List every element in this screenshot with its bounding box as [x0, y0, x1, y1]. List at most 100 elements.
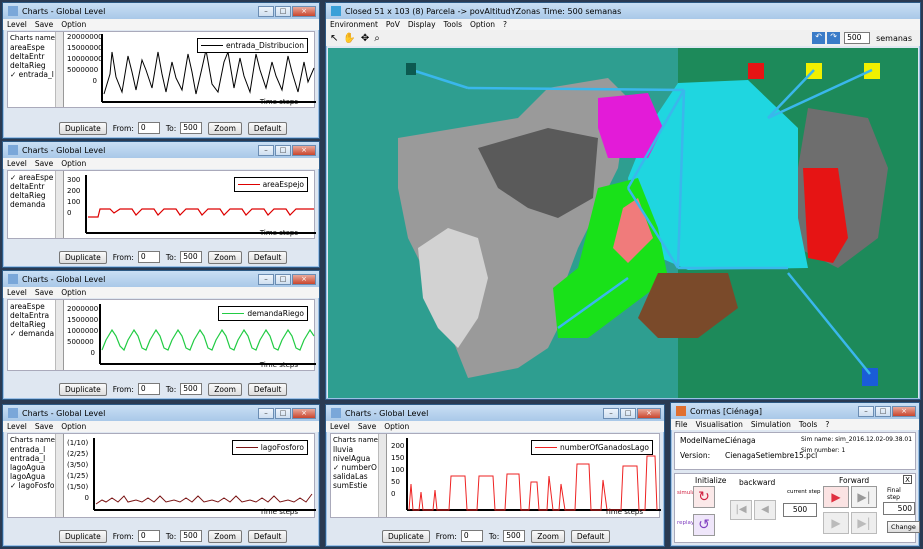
list-item[interactable]: areaEspe — [10, 43, 61, 52]
list-item[interactable]: deltaRieg — [10, 61, 61, 70]
list-scrollbar[interactable] — [55, 300, 63, 370]
maximize-button[interactable]: □ — [275, 5, 291, 17]
steps-input[interactable]: 500 — [844, 32, 871, 44]
forward-step-button[interactable]: ▶| — [851, 486, 877, 508]
close-button[interactable]: × — [292, 144, 316, 156]
charts-names-list[interactable]: Charts names lluvia nivelAgua ✓ numberO … — [331, 434, 387, 517]
menu-option[interactable]: Option — [61, 288, 86, 297]
duplicate-button[interactable]: Duplicate — [59, 529, 107, 543]
list-item[interactable]: entrada_l — [10, 445, 61, 454]
menu-level[interactable]: Level — [7, 288, 27, 297]
list-item[interactable]: ✓ numberO — [333, 463, 384, 472]
default-button[interactable]: Default — [247, 382, 288, 396]
minimize-button[interactable]: – — [603, 407, 619, 419]
current-step-field[interactable]: 500 — [783, 503, 817, 517]
menu-option[interactable]: Option — [61, 20, 86, 29]
duplicate-button[interactable]: Duplicate — [59, 382, 107, 396]
list-item[interactable]: lagoAgua — [10, 463, 61, 472]
title-bar[interactable]: Cormas [Ciénaga] – □ × — [671, 403, 919, 419]
default-button[interactable]: Default — [247, 121, 288, 135]
step-back-icon[interactable]: ↶ — [812, 32, 826, 44]
menu-level[interactable]: Level — [7, 159, 27, 168]
backward-fast-button[interactable]: |◀ — [730, 500, 752, 520]
list-item[interactable]: lluvia — [333, 445, 384, 454]
menu-tools[interactable]: Tools — [799, 420, 817, 429]
from-input[interactable]: 0 — [137, 530, 160, 542]
list-item[interactable]: demanda — [10, 200, 61, 209]
list-item[interactable]: deltaRieg — [10, 191, 61, 200]
menu-save[interactable]: Save — [35, 159, 53, 168]
maximize-button[interactable]: □ — [275, 273, 291, 285]
list-item[interactable]: salidaLas — [333, 472, 384, 481]
menu-save[interactable]: Save — [35, 422, 53, 431]
duplicate-button[interactable]: Duplicate — [59, 250, 107, 264]
initialize-replay-button[interactable]: ↺ — [693, 514, 715, 536]
menu-save[interactable]: Save — [35, 20, 53, 29]
to-input[interactable]: 500 — [180, 530, 203, 542]
list-scrollbar[interactable] — [378, 434, 386, 517]
title-bar[interactable]: Closed 51 x 103 (8) Parcela -> povAltitu… — [326, 3, 920, 19]
list-item[interactable]: ✓ demanda — [10, 329, 61, 338]
maximize-button[interactable]: □ — [620, 407, 636, 419]
title-bar[interactable]: Charts - Global Level – □ × — [3, 405, 319, 421]
red-marker[interactable] — [748, 63, 764, 79]
menu-file[interactable]: File — [675, 420, 688, 429]
list-item[interactable]: ✓ lagoFosfo — [10, 481, 61, 490]
minimize-button[interactable]: – — [258, 273, 274, 285]
duplicate-button[interactable]: Duplicate — [59, 121, 107, 135]
pointer-tool-icon[interactable]: ↖ — [330, 33, 338, 44]
title-bar[interactable]: Charts - Global Level – □ × — [3, 271, 319, 287]
replay-step-button[interactable]: ▶| — [851, 512, 877, 534]
list-item[interactable]: sumEstie — [333, 481, 384, 490]
to-input[interactable]: 500 — [180, 251, 203, 263]
list-item[interactable]: deltaEntr — [10, 52, 61, 61]
menu-save[interactable]: Save — [35, 288, 53, 297]
zoom-button[interactable]: Zoom — [208, 529, 242, 543]
minimize-button[interactable]: – — [258, 144, 274, 156]
charts-names-list[interactable]: areaEspe deltaEntra deltaRieg ✓ demanda — [8, 300, 64, 370]
replay-run-button[interactable]: ▶ — [823, 512, 849, 534]
zoom-button[interactable]: Zoom — [208, 250, 242, 264]
menu-option[interactable]: Option — [61, 422, 86, 431]
zoom-tool-icon[interactable]: ⌕ — [374, 33, 380, 44]
close-button[interactable]: × — [637, 407, 661, 419]
close-button[interactable]: × — [292, 273, 316, 285]
charts-names-list[interactable]: Charts names areaEspe deltaEntr deltaRie… — [8, 32, 64, 107]
backward-step-button[interactable]: ◀ — [754, 500, 776, 520]
title-bar[interactable]: Charts - Global Level – □ × — [326, 405, 664, 421]
menu-option[interactable]: Option — [470, 20, 495, 29]
menu-display[interactable]: Display — [408, 20, 436, 29]
to-input[interactable]: 500 — [180, 383, 203, 395]
title-bar[interactable]: Charts - Global Level – □ × — [3, 3, 319, 19]
charts-names-list[interactable]: ✓ areaEspe deltaEntr deltaRieg demanda — [8, 171, 64, 238]
menu-help[interactable]: ? — [503, 20, 507, 29]
menu-help[interactable]: ? — [825, 420, 829, 429]
close-button[interactable]: × — [292, 407, 316, 419]
menu-visualisation[interactable]: Visualisation — [696, 420, 743, 429]
minimize-button[interactable]: – — [858, 405, 874, 417]
list-item[interactable]: lagoAgua — [10, 472, 61, 481]
list-scrollbar[interactable] — [55, 434, 63, 517]
minimize-button[interactable]: – — [258, 5, 274, 17]
menu-tools[interactable]: Tools — [444, 20, 462, 29]
menu-option[interactable]: Option — [61, 159, 86, 168]
change-button[interactable]: Change — [887, 521, 920, 533]
from-input[interactable]: 0 — [137, 383, 160, 395]
menu-level[interactable]: Level — [7, 20, 27, 29]
maximize-button[interactable]: □ — [275, 407, 291, 419]
step-forward-icon[interactable]: ↷ — [827, 32, 841, 44]
menu-level[interactable]: Level — [7, 422, 27, 431]
list-item[interactable]: areaEspe — [10, 302, 61, 311]
zoom-button[interactable]: Zoom — [208, 121, 242, 135]
menu-environment[interactable]: Environment — [330, 20, 378, 29]
move-tool-icon[interactable]: ✥ — [361, 33, 369, 44]
panel-close-button[interactable]: X — [903, 475, 912, 484]
to-input[interactable]: 500 — [503, 530, 526, 542]
list-item[interactable]: entrada_l — [10, 454, 61, 463]
from-input[interactable]: 0 — [137, 251, 160, 263]
menu-option[interactable]: Option — [384, 422, 409, 431]
list-item[interactable]: deltaRieg — [10, 320, 61, 329]
maximize-button[interactable]: □ — [275, 144, 291, 156]
list-item[interactable]: ✓ entrada_l — [10, 70, 61, 79]
menu-simulation[interactable]: Simulation — [751, 420, 791, 429]
